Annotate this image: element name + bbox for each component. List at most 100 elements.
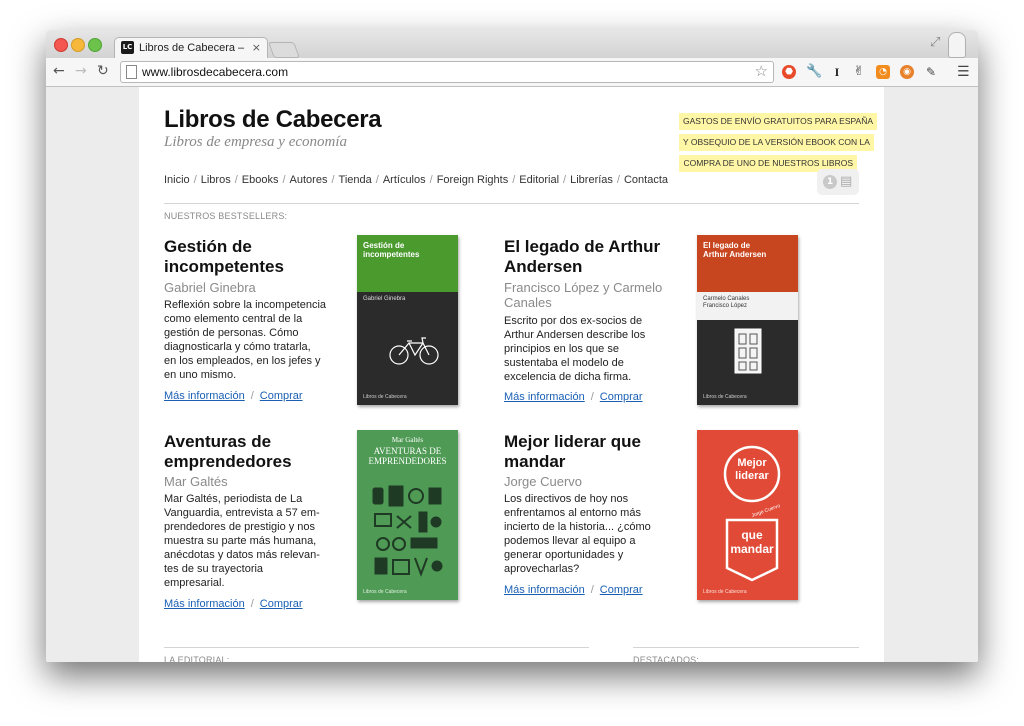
nav-separator: / bbox=[616, 174, 620, 186]
browser-tab[interactable]: LC Libros de Cabecera – Edito × bbox=[114, 37, 268, 59]
adblock-icon[interactable]: ⬣ bbox=[782, 65, 796, 79]
buy-link[interactable]: Comprar bbox=[260, 598, 303, 610]
nav-item-inicio[interactable]: Inicio bbox=[164, 174, 190, 186]
book-cover-mejor-liderar[interactable]: Mejor liderar Jorge Cuervo que mandar Li… bbox=[697, 430, 798, 600]
nav-item-libros[interactable]: Libros bbox=[201, 174, 231, 186]
book-links: Más información / Comprar bbox=[164, 597, 303, 611]
book-title[interactable]: Aventuras de emprendedores bbox=[164, 432, 292, 472]
color-picker-icon[interactable]: ◉ bbox=[900, 65, 914, 79]
main-navigation: Inicio / Libros / Ebooks / Autores / Tienda / Artí… bbox=[164, 173, 668, 187]
link-separator: / bbox=[250, 390, 254, 402]
close-window-button[interactable] bbox=[54, 38, 68, 52]
minimize-window-button[interactable] bbox=[71, 38, 85, 52]
cover-title-line: AVENTURAS DE bbox=[373, 446, 442, 456]
more-info-link[interactable]: Más información bbox=[504, 584, 585, 596]
bicycle-icon bbox=[389, 337, 439, 365]
cart-widget[interactable]: 1 ▤ bbox=[817, 169, 859, 195]
desc-line: principios en los que se bbox=[504, 343, 619, 355]
book-author[interactable]: Mar Galtés bbox=[164, 474, 228, 489]
new-tab-button[interactable] bbox=[268, 42, 300, 58]
address-bar[interactable]: www.librosdecabecera.com ☆ bbox=[120, 61, 774, 83]
bestsellers-label: NUESTROS BESTSELLERS: bbox=[164, 211, 288, 221]
maximize-window-button[interactable] bbox=[88, 38, 102, 52]
buy-link[interactable]: Comprar bbox=[600, 584, 643, 596]
editorial-label: LA EDITORIAL: bbox=[164, 655, 230, 662]
desc-line: gestión de personas. Cómo bbox=[164, 327, 299, 339]
nav-item-foreign-rights[interactable]: Foreign Rights bbox=[437, 174, 509, 186]
instapaper-icon[interactable]: I bbox=[830, 65, 844, 79]
book-cover-gestion[interactable]: Gestión de incompetentes Gabriel Ginebra… bbox=[357, 235, 458, 405]
desc-line: tes de su trayectoria bbox=[164, 563, 264, 575]
book-title-line: Mejor liderar que bbox=[504, 432, 641, 451]
promo-line: Y OBSEQUIO DE LA VERSIÓN EBOOK CON LA bbox=[679, 134, 874, 151]
cover-title-line: Gestión de bbox=[363, 241, 405, 250]
cover-author: Gabriel Ginebra bbox=[363, 296, 406, 302]
reload-icon[interactable]: ↻ bbox=[97, 63, 109, 79]
nav-item-editorial[interactable]: Editorial bbox=[519, 174, 559, 186]
site-favicon-icon: LC bbox=[121, 41, 134, 54]
desc-line: Reflexión sobre la incompetencia bbox=[164, 299, 327, 311]
site-title[interactable]: Libros de Cabecera bbox=[164, 105, 382, 135]
cover-title-line: Mejor bbox=[737, 457, 767, 469]
desc-line: Vanguardia, entrevista a 57 em- bbox=[164, 507, 320, 519]
browser-toolbar: ← → ↻ www.librosdecabecera.com ☆ ⬣ 🔧 I ✌… bbox=[46, 58, 978, 87]
nav-separator: / bbox=[331, 174, 335, 186]
url-text[interactable]: www.librosdecabecera.com bbox=[142, 64, 288, 80]
desc-line: en los empleados, en los jefes y bbox=[164, 355, 321, 367]
link-separator: / bbox=[590, 391, 594, 403]
peace-hand-icon[interactable]: ✌ bbox=[852, 65, 866, 79]
bookmark-star-icon[interactable]: ☆ bbox=[755, 62, 768, 80]
buy-link[interactable]: Comprar bbox=[600, 391, 643, 403]
book-title[interactable]: Mejor liderar que mandar bbox=[504, 432, 641, 472]
book-author[interactable]: Jorge Cuervo bbox=[504, 474, 582, 489]
tab-close-icon[interactable]: × bbox=[252, 41, 261, 55]
buy-link[interactable]: Comprar bbox=[260, 390, 303, 402]
book-author[interactable]: Francisco López y Carmelo Canales bbox=[504, 280, 662, 310]
nav-separator: / bbox=[282, 174, 286, 186]
cover-title-line: EMPRENDEDORES bbox=[368, 456, 447, 466]
nav-item-autores[interactable]: Autores bbox=[290, 174, 328, 186]
nav-separator: / bbox=[512, 174, 516, 186]
profile-avatar-icon[interactable] bbox=[948, 32, 966, 58]
nav-item-tienda[interactable]: Tienda bbox=[339, 174, 372, 186]
nav-item-librerias[interactable]: Librerías bbox=[570, 174, 613, 186]
rss-icon[interactable]: ◔ bbox=[876, 65, 890, 79]
book-links: Más información / Comprar bbox=[504, 583, 643, 597]
nav-item-articulos[interactable]: Artículos bbox=[383, 174, 426, 186]
book-title[interactable]: Gestión de incompetentes bbox=[164, 237, 284, 277]
tab-title: Libros de Cabecera – Edito bbox=[139, 42, 247, 54]
entrepreneur-objects-icon bbox=[372, 485, 443, 577]
book-links: Más información / Comprar bbox=[504, 390, 643, 404]
wrench-icon[interactable]: 🔧 bbox=[806, 65, 822, 79]
book-author[interactable]: Gabriel Ginebra bbox=[164, 280, 256, 295]
editorial-divider bbox=[164, 647, 589, 648]
cover-title: Gestión de incompetentes bbox=[363, 241, 419, 259]
cover-title-line: incompetentes bbox=[363, 250, 420, 259]
forward-icon[interactable]: → bbox=[75, 63, 87, 79]
desc-line: Arthur Andersen describe los bbox=[504, 329, 646, 341]
cover-title-bottom: que mandar bbox=[727, 528, 777, 556]
site-subtitle: Libros de empresa y economía bbox=[164, 134, 348, 150]
link-separator: / bbox=[590, 584, 594, 596]
nav-item-contacta[interactable]: Contacta bbox=[624, 174, 668, 186]
back-icon[interactable]: ← bbox=[53, 63, 65, 79]
cover-publisher: Libros de Cabecera bbox=[363, 394, 407, 400]
desc-line: prendedores de prestigio y nos bbox=[164, 521, 316, 533]
cover-speech-bubbles-icon bbox=[723, 445, 781, 582]
cover-title-top: Mejor liderar bbox=[725, 457, 779, 483]
cover-title-line: liderar bbox=[735, 470, 769, 482]
more-info-link[interactable]: Más información bbox=[164, 390, 245, 402]
desc-line: aprovecharlas? bbox=[504, 563, 580, 575]
book-title-line: emprendedores bbox=[164, 452, 292, 471]
book-cover-legado[interactable]: El legado de Arthur Andersen Carmelo Can… bbox=[697, 235, 798, 405]
fullscreen-icon[interactable]: ⤢ bbox=[930, 36, 940, 50]
desc-line: en uno mismo. bbox=[164, 369, 237, 381]
page-note-icon[interactable]: ✎ bbox=[924, 65, 938, 79]
menu-icon[interactable]: ☰ bbox=[957, 64, 970, 80]
book-cover-aventuras[interactable]: Mar Galtés AVENTURAS DE EMPRENDEDORES Li… bbox=[357, 430, 458, 600]
desc-line: podemos llevar al equipo a bbox=[504, 535, 636, 547]
more-info-link[interactable]: Más información bbox=[504, 391, 585, 403]
more-info-link[interactable]: Más información bbox=[164, 598, 245, 610]
book-title[interactable]: El legado de Arthur Andersen bbox=[504, 237, 660, 277]
nav-item-ebooks[interactable]: Ebooks bbox=[242, 174, 279, 186]
